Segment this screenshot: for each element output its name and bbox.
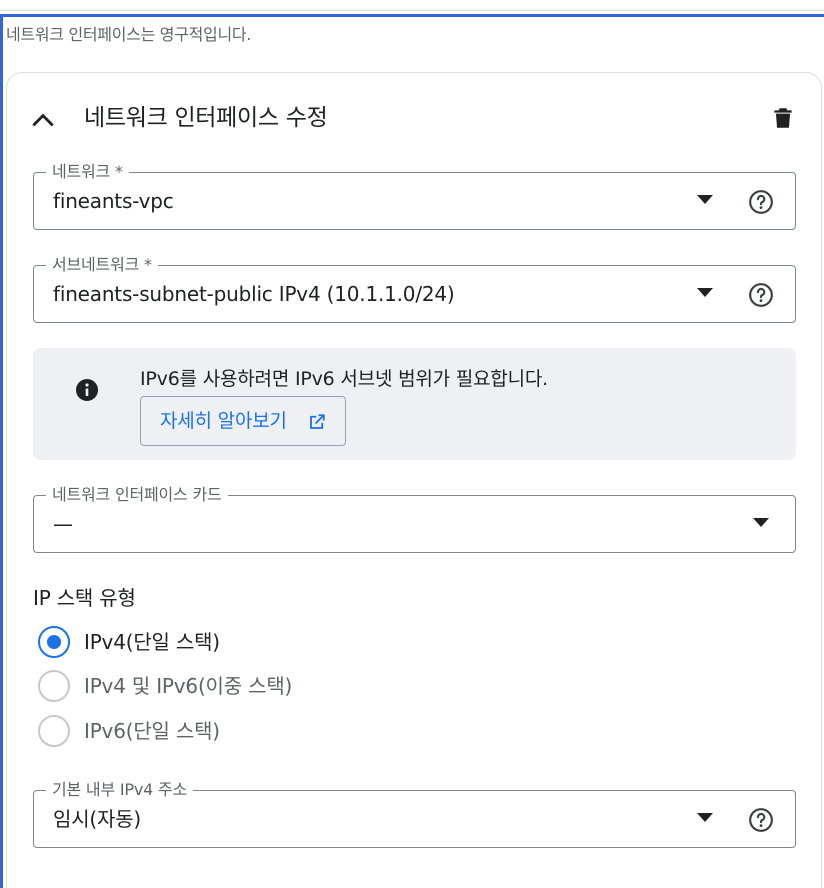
dropdown-arrow-icon[interactable] xyxy=(753,518,769,527)
radio-button[interactable] xyxy=(38,670,70,702)
ipv6-info-text: IPv6를 사용하려면 IPv6 서브넷 범위가 필요합니다. xyxy=(140,368,548,390)
nic-value: — xyxy=(53,512,73,536)
learn-more-button[interactable]: 자세히 알아보기 xyxy=(140,396,346,446)
radio-button[interactable] xyxy=(38,715,70,747)
radio-dual-stack[interactable]: IPv4 및 IPv6(이중 스택) xyxy=(38,669,438,703)
ipv6-info-box: IPv6를 사용하려면 IPv6 서브넷 범위가 필요합니다. 자세히 알아보기 xyxy=(33,348,796,460)
radio-label: IPv6(단일 스택) xyxy=(84,719,220,743)
subnetwork-value: fineants-subnet-public IPv4 (10.1.1.0/24… xyxy=(53,282,455,306)
focus-frame-top xyxy=(0,14,824,17)
subnetwork-label: 서브네트워크 * xyxy=(46,254,158,276)
dropdown-arrow-icon[interactable] xyxy=(697,288,713,297)
nic-select[interactable]: 네트워크 인터페이스 카드 — xyxy=(33,484,796,553)
radio-label: IPv4(단일 스택) xyxy=(84,630,220,654)
network-select[interactable]: 네트워크 * fineants-vpc xyxy=(33,161,796,230)
radio-label: IPv4 및 IPv6(이중 스택) xyxy=(84,674,293,698)
radio-button[interactable] xyxy=(38,626,70,658)
help-circle-icon[interactable] xyxy=(748,282,774,308)
focus-frame-left xyxy=(0,14,3,888)
panel-title: 네트워크 인터페이스 수정 xyxy=(84,105,328,131)
dropdown-arrow-icon[interactable] xyxy=(697,195,713,204)
help-circle-icon[interactable] xyxy=(748,189,774,215)
internal-ipv4-value: 임시(자동) xyxy=(53,807,142,831)
dropdown-arrow-icon[interactable] xyxy=(697,813,713,822)
radio-ipv6-single[interactable]: IPv6(단일 스택) xyxy=(38,714,438,748)
subnetwork-select[interactable]: 서브네트워크 * fineants-subnet-public IPv4 (10… xyxy=(33,254,796,323)
chevron-up-icon[interactable] xyxy=(30,107,56,133)
trash-icon[interactable] xyxy=(770,105,796,131)
radio-ipv4-single[interactable]: IPv4(단일 스택) xyxy=(38,625,438,659)
internal-ipv4-select[interactable]: 기본 내부 IPv4 주소 임시(자동) xyxy=(33,779,796,848)
nic-label: 네트워크 인터페이스 카드 xyxy=(46,484,228,506)
top-divider xyxy=(0,10,824,11)
learn-more-label: 자세히 알아보기 xyxy=(160,410,287,432)
help-circle-icon[interactable] xyxy=(748,807,774,833)
open-in-new-icon xyxy=(310,414,325,429)
network-label: 네트워크 * xyxy=(46,161,129,183)
internal-ipv4-label: 기본 내부 IPv4 주소 xyxy=(46,779,193,801)
info-icon xyxy=(76,379,98,401)
panel-header: 네트워크 인터페이스 수정 xyxy=(30,102,800,136)
network-value: fineants-vpc xyxy=(53,189,174,213)
persistence-note: 네트워크 인터페이스는 영구적입니다. xyxy=(6,25,252,44)
ip-stack-title: IP 스택 유형 xyxy=(33,586,136,610)
